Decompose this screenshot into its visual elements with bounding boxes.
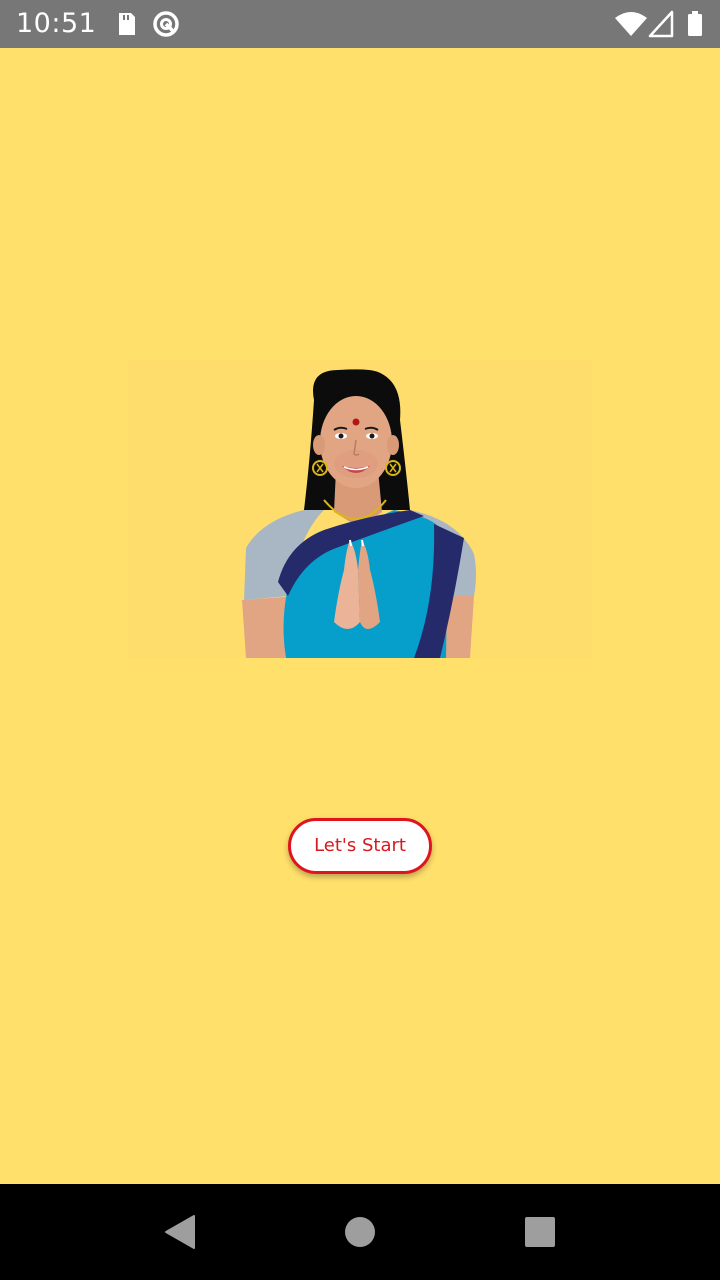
wifi-icon — [615, 12, 647, 36]
lets-start-button[interactable]: Let's Start — [288, 818, 432, 874]
battery-icon — [688, 11, 702, 36]
signal-icon — [648, 10, 674, 38]
recents-icon[interactable] — [520, 1212, 560, 1252]
status-time: 10:51 — [16, 8, 97, 39]
sync-icon — [153, 11, 179, 37]
screen: 10:51 Let's Start — [0, 0, 720, 1280]
sd-card-icon — [119, 13, 135, 35]
lets-start-button-label: Let's Start — [314, 835, 406, 856]
home-icon[interactable] — [340, 1212, 380, 1252]
navigation-bar — [0, 1184, 720, 1280]
back-icon[interactable] — [160, 1212, 200, 1252]
woman-namaste-illustration — [128, 360, 592, 658]
status-bar: 10:51 — [0, 0, 720, 48]
